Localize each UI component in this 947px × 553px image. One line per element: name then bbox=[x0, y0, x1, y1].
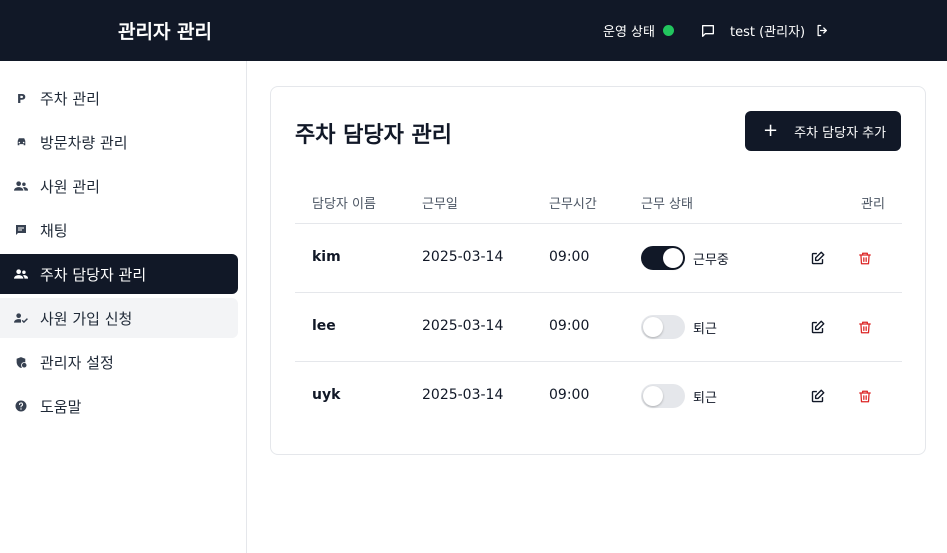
table-row: lee 2025-03-14 09:00 퇴근 bbox=[295, 293, 902, 362]
top-bar: 관리자 관리 운영 상태 test (관리자) bbox=[0, 0, 947, 61]
sidebar-item-label: 도움말 bbox=[40, 397, 82, 416]
column-header-status: 근무 상태 bbox=[641, 197, 693, 212]
sidebar-item-label: 주차 관리 bbox=[40, 89, 100, 108]
work-time: 09:00 bbox=[549, 318, 590, 334]
page-title: 주차 담당자 관리 bbox=[295, 123, 452, 148]
work-date: 2025-03-14 bbox=[422, 387, 504, 403]
edit-icon[interactable] bbox=[809, 319, 825, 335]
sidebar-item-help[interactable]: 도움말 bbox=[0, 386, 238, 426]
column-header-time: 근무시간 bbox=[549, 197, 597, 212]
duty-status: 퇴근 bbox=[693, 391, 717, 406]
sidebar-item-parking-managers[interactable]: 주차 담당자 관리 bbox=[0, 254, 238, 294]
svg-text:P: P bbox=[17, 92, 26, 104]
work-date: 2025-03-14 bbox=[422, 249, 504, 265]
user-check-icon bbox=[14, 311, 28, 325]
user-label: test (관리자) bbox=[729, 25, 806, 40]
duty-toggle[interactable] bbox=[641, 315, 685, 339]
app-title: 관리자 관리 bbox=[118, 21, 213, 43]
duty-status: 근무중 bbox=[693, 253, 729, 268]
trash-icon[interactable] bbox=[857, 250, 873, 266]
sidebar-item-signup-requests[interactable]: 사원 가입 신청 bbox=[0, 298, 238, 338]
duty-status: 퇴근 bbox=[693, 322, 717, 337]
duty-toggle[interactable] bbox=[641, 246, 685, 270]
sidebar-item-employees[interactable]: 사원 관리 bbox=[0, 166, 238, 206]
admin-settings-icon bbox=[14, 355, 28, 369]
work-time: 09:00 bbox=[549, 387, 590, 403]
sidebar-item-label: 채팅 bbox=[40, 221, 68, 240]
sidebar-item-admin-settings[interactable]: 관리자 설정 bbox=[0, 342, 238, 382]
toggle-knob bbox=[663, 248, 683, 268]
column-header-name: 담당자 이름 bbox=[312, 197, 376, 212]
trash-icon[interactable] bbox=[857, 388, 873, 404]
people-icon bbox=[14, 267, 28, 281]
column-header-date: 근무일 bbox=[422, 197, 458, 212]
managers-card: 주차 담당자 관리 + 주차 담당자 추가 담당자 이름 근무일 근무시간 근무… bbox=[270, 86, 926, 455]
sidebar-item-label: 사원 관리 bbox=[40, 177, 100, 196]
sidebar-item-label: 관리자 설정 bbox=[40, 353, 114, 372]
table-row: kim 2025-03-14 09:00 근무중 bbox=[295, 224, 902, 293]
sidebar-item-chat[interactable]: 채팅 bbox=[0, 210, 238, 250]
manager-name: lee bbox=[312, 318, 336, 334]
parking-icon: P bbox=[14, 91, 28, 105]
status-label: 운영 상태 bbox=[603, 25, 655, 40]
plus-icon: + bbox=[763, 120, 779, 141]
sidebar-item-label: 주차 담당자 관리 bbox=[40, 265, 147, 284]
toggle-knob bbox=[643, 317, 663, 337]
logout-icon[interactable] bbox=[815, 23, 831, 39]
work-time: 09:00 bbox=[549, 249, 590, 265]
table-header: 담당자 이름 근무일 근무시간 근무 상태 관리 bbox=[295, 179, 902, 224]
duty-toggle[interactable] bbox=[641, 384, 685, 408]
edit-icon[interactable] bbox=[809, 250, 825, 266]
manager-name: uyk bbox=[312, 387, 341, 403]
sidebar-item-label: 사원 가입 신청 bbox=[40, 309, 133, 328]
chat-icon bbox=[14, 223, 28, 237]
sidebar-item-parking[interactable]: P 주차 관리 bbox=[0, 78, 238, 118]
sidebar: P 주차 관리 방문차량 관리 사원 관리 채팅 주차 담당자 관리 사원 가입… bbox=[0, 61, 247, 553]
chat-icon[interactable] bbox=[700, 23, 716, 39]
help-icon bbox=[14, 399, 28, 413]
sidebar-item-visitor-cars[interactable]: 방문차량 관리 bbox=[0, 122, 238, 162]
people-icon bbox=[14, 179, 28, 193]
sidebar-item-label: 방문차량 관리 bbox=[40, 133, 128, 152]
car-icon bbox=[14, 135, 28, 149]
add-manager-button[interactable]: + 주차 담당자 추가 bbox=[745, 111, 901, 151]
column-header-actions: 관리 bbox=[861, 197, 885, 212]
work-date: 2025-03-14 bbox=[422, 318, 504, 334]
status-online-icon bbox=[662, 25, 674, 36]
edit-icon[interactable] bbox=[809, 388, 825, 404]
add-manager-label: 주차 담당자 추가 bbox=[794, 125, 887, 141]
toggle-knob bbox=[643, 386, 663, 406]
trash-icon[interactable] bbox=[857, 319, 873, 335]
header-right: 운영 상태 test (관리자) bbox=[603, 0, 831, 61]
manager-name: kim bbox=[312, 249, 341, 265]
table-row: uyk 2025-03-14 09:00 퇴근 bbox=[295, 362, 902, 431]
